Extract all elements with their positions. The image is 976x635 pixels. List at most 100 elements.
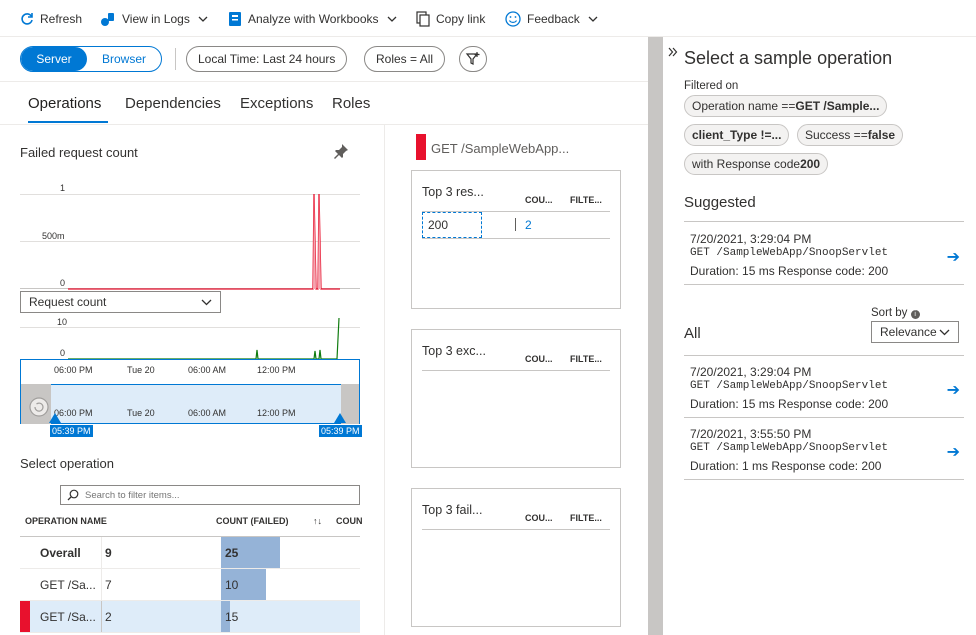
op-response-code: Response code: 200 (778, 264, 889, 278)
brush-left-handle[interactable] (48, 413, 62, 425)
analyze-workbooks-button[interactable]: Analyze with Workbooks (228, 9, 403, 29)
filter-divider (175, 48, 176, 70)
filter-divider-bottom (0, 81, 648, 82)
copy-icon (416, 11, 430, 27)
failed-chart-title: Failed request count (20, 145, 138, 160)
arrow-right-icon: ➔ (946, 382, 960, 399)
cell-divider (101, 537, 102, 568)
top-failed-dependencies-card: Top 3 fail... COU... FILTE... (411, 488, 621, 627)
tab-operations[interactable]: Operations (28, 95, 101, 112)
op-response-code: Response code: 200 (771, 459, 882, 473)
sort-by-label: Sort by i (871, 307, 920, 319)
card-col-filter: FILTE... (570, 354, 602, 364)
operation-name-cell: GET /Sa... (40, 609, 96, 624)
count-bar (515, 218, 516, 231)
top-exceptions-card: Top 3 exc... COU... FILTE... (411, 329, 621, 468)
brush-time-tick: 12:00 PM (257, 408, 296, 418)
col-operation-name[interactable]: OPERATION NAME (25, 516, 107, 526)
metric-dropdown-value: Request count (29, 295, 107, 309)
time-brush-selection[interactable] (20, 384, 360, 424)
col-count[interactable]: COUN (336, 516, 363, 526)
row-count-cell: 2 (105, 609, 112, 624)
time-tick: 06:00 AM (188, 365, 227, 375)
request-count-chart (68, 317, 340, 360)
arrow-right-icon: ➔ (946, 444, 960, 461)
tab-dependencies[interactable]: Dependencies (125, 95, 221, 112)
sort-dropdown[interactable]: Relevance (871, 321, 959, 343)
operation-name-cell: Overall (40, 545, 81, 560)
filter-chip-success[interactable]: Success == false (797, 124, 904, 146)
op-details: Duration: 1 ms Response code: 200 (690, 459, 881, 473)
copy-link-button[interactable]: Copy link (416, 9, 485, 29)
table-row-selected[interactable]: GET /Sa... 2 15 (20, 601, 360, 633)
vertical-scrollbar[interactable] (648, 37, 662, 635)
sample-operation-item[interactable]: 7/20/2021, 3:29:04 PM GET /SampleWebApp/… (684, 356, 964, 418)
server-browser-toggle[interactable]: Server Browser (20, 46, 162, 72)
op-duration: Duration: 15 ms (690, 397, 775, 411)
select-operation-title: Select operation (20, 456, 114, 471)
metric-dropdown[interactable]: Request count (20, 291, 221, 313)
table-row[interactable]: GET /Sa... 7 10 (20, 569, 360, 601)
op-duration: Duration: 15 ms (690, 264, 775, 278)
reset-zoom-icon[interactable] (28, 396, 50, 418)
time-tick: 06:00 PM (54, 365, 93, 375)
chip-prefix: Operation name == (692, 99, 796, 113)
tab-exceptions[interactable]: Exceptions (240, 95, 313, 112)
op-duration: Duration: 1 ms (690, 459, 769, 473)
chip-value: false (867, 128, 896, 142)
chevron-down-icon (588, 16, 598, 22)
card-title: Top 3 fail... (422, 503, 483, 517)
pin-button[interactable] (332, 142, 350, 163)
toolbar-divider (0, 36, 976, 37)
brush-right-handle[interactable] (333, 413, 347, 425)
smiley-icon (505, 11, 521, 27)
operation-search-input[interactable] (85, 489, 345, 501)
tab-roles[interactable]: Roles (332, 95, 370, 112)
view-in-logs-label: View in Logs (122, 12, 190, 26)
filter-chip-operation-name[interactable]: Operation name == GET /Sample... (684, 95, 888, 117)
failed-count-cell: 15 (225, 609, 239, 624)
workbook-icon (229, 12, 241, 26)
sample-operation-item[interactable]: 7/20/2021, 3:29:04 PM GET /SampleWebApp/… (684, 222, 964, 285)
double-chevron-right-icon (668, 47, 678, 57)
op-timestamp: 7/20/2021, 3:55:50 PM (690, 427, 812, 441)
feedback-label: Feedback (527, 12, 580, 26)
refresh-button[interactable]: Refresh (20, 9, 82, 29)
failed-count-cell: 10 (225, 577, 239, 592)
server-toggle-option[interactable]: Server (21, 47, 87, 71)
operation-search-box[interactable] (60, 485, 360, 505)
time-range-pill[interactable]: Local Time: Last 24 hours (186, 46, 348, 72)
sort-icon[interactable]: ↑↓ (313, 516, 322, 526)
card-col-filter: FILTE... (570, 513, 602, 523)
card-col-count: COU... (525, 513, 553, 523)
failed-count-cell: 25 (225, 545, 239, 560)
op-name: GET /SampleWebApp/SnoopServlet (690, 442, 889, 454)
response-code-cell[interactable]: 200 (422, 212, 482, 238)
selected-op-marker (416, 134, 426, 160)
roles-pill[interactable]: Roles = All (364, 46, 446, 72)
view-in-logs-button[interactable]: View in Logs (100, 9, 214, 29)
refresh-icon (21, 13, 33, 25)
filter-chip-response-code[interactable]: with Response code 200 (684, 153, 829, 175)
card-divider (422, 370, 610, 371)
top-response-codes-card: Top 3 res... COU... FILTE... 200 2 (411, 170, 621, 309)
browser-toggle-option[interactable]: Browser (87, 47, 161, 71)
section-divider (384, 124, 385, 635)
feedback-button[interactable]: Feedback (505, 9, 604, 29)
collapse-pane-button[interactable] (668, 45, 678, 60)
col-count-failed[interactable]: COUNT (FAILED) (216, 516, 289, 526)
time-tick: Tue 20 (127, 365, 155, 375)
sample-operation-item[interactable]: 7/20/2021, 3:55:50 PM GET /SampleWebApp/… (684, 418, 964, 480)
analyze-workbooks-label: Analyze with Workbooks (248, 12, 379, 26)
pane-divider (662, 37, 663, 635)
chevron-down-icon (201, 299, 212, 305)
sort-dropdown-value: Relevance (880, 325, 937, 339)
right-pane-title: Select a sample operation (684, 48, 893, 68)
add-filter-button[interactable] (459, 46, 487, 72)
table-row[interactable]: Overall 9 25 (20, 537, 360, 569)
response-count-link[interactable]: 2 (525, 218, 532, 232)
tabs-divider (0, 124, 648, 125)
all-heading: All (684, 325, 701, 342)
filtered-on-label: Filtered on (684, 80, 739, 92)
filter-chip-client-type[interactable]: client_Type !=... (684, 124, 790, 146)
